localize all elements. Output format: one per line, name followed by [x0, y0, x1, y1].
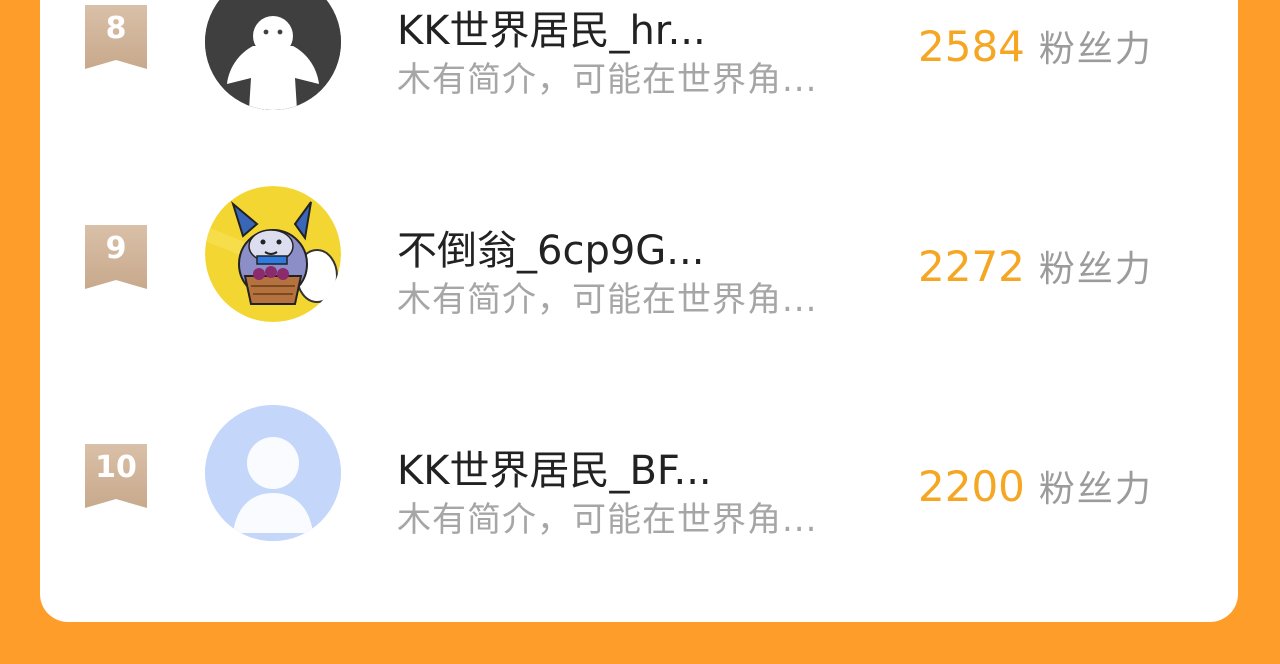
fans-power: 2200 粉丝力	[918, 460, 1153, 512]
user-bio: 木有简介，可能在世界角...	[397, 500, 818, 540]
user-bio: 木有简介，可能在世界角...	[397, 280, 818, 320]
user-name[interactable]: KK世界居民_BF...	[397, 438, 712, 496]
ranking-list-card: 8 KK世界居民_hr... 木有简介，可能在世界角... 2584 粉丝力 9	[40, 0, 1238, 622]
fans-label: 粉丝力	[1038, 29, 1153, 70]
fans-count: 2200	[918, 462, 1025, 511]
rank-badge: 9	[85, 225, 147, 289]
rank-badge: 8	[85, 5, 147, 69]
ranking-row[interactable]: 8 KK世界居民_hr... 木有简介，可能在世界角... 2584 粉丝力	[40, 0, 1238, 160]
user-name[interactable]: KK世界居民_hr...	[397, 0, 706, 56]
user-bio: 木有简介，可能在世界角...	[397, 60, 818, 100]
rank-number: 10	[95, 450, 137, 485]
rank-number: 9	[105, 231, 127, 266]
ranking-row[interactable]: 10 KK世界居民_BF... 木有简介，可能在世界角... 2200 粉丝力	[40, 400, 1238, 600]
rank-number: 8	[105, 11, 127, 46]
user-name[interactable]: 不倒翁_6cp9G...	[397, 218, 704, 276]
fans-count: 2272	[918, 242, 1025, 291]
fans-count: 2584	[918, 22, 1025, 71]
default-person-avatar-icon[interactable]	[205, 405, 341, 541]
fans-power: 2272 粉丝力	[918, 240, 1153, 292]
fans-label: 粉丝力	[1038, 249, 1153, 290]
cartoon-creature-avatar-icon[interactable]	[205, 186, 341, 322]
rank-badge: 10	[85, 444, 147, 508]
ranking-row[interactable]: 9 不倒翁_6cp9G... 木有简介，可能在世界角... 2272 粉丝力	[40, 180, 1238, 380]
fans-label: 粉丝力	[1038, 469, 1153, 510]
fans-power: 2584 粉丝力	[918, 20, 1153, 72]
white-ghost-avatar-icon[interactable]	[205, 0, 341, 110]
